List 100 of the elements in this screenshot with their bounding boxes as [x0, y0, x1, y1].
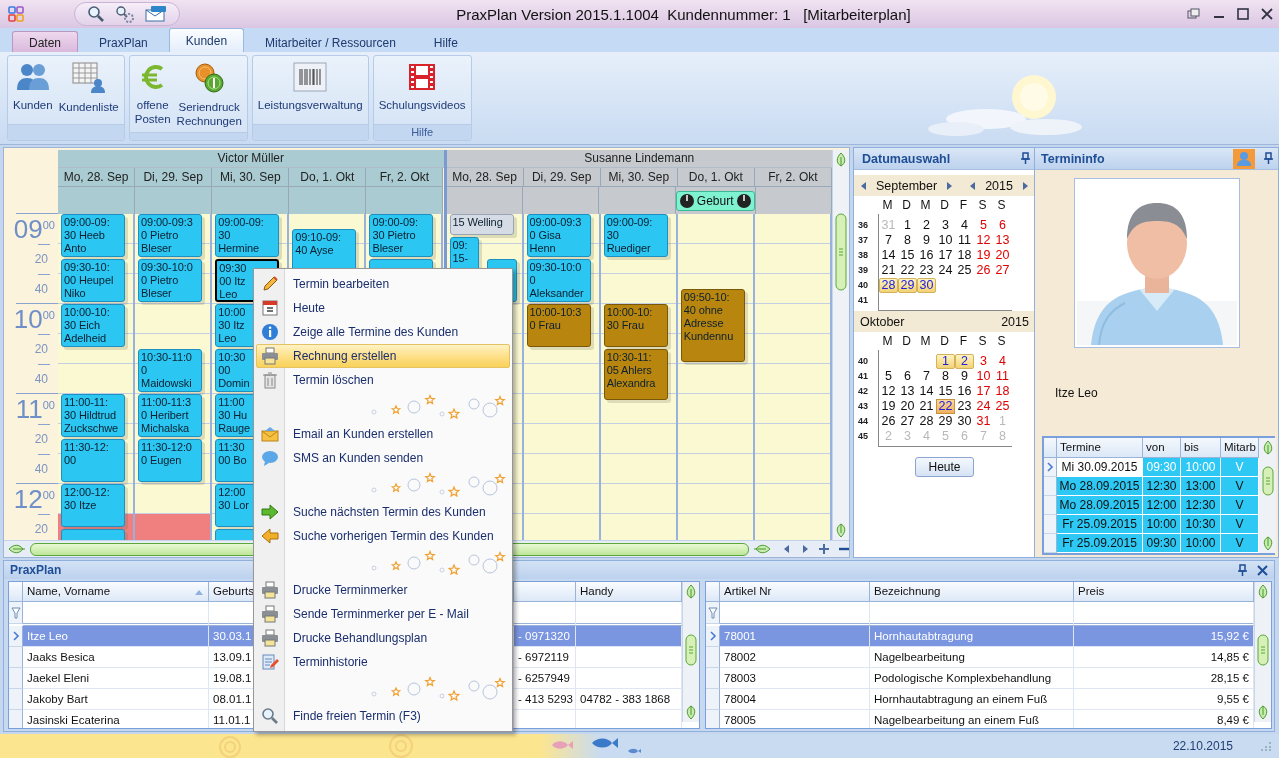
appointment[interactable]: 15 Welling	[449, 214, 514, 235]
calendar-day[interactable]: 25	[955, 263, 974, 278]
calendar-day[interactable]: 8	[898, 233, 917, 248]
appointment[interactable]: 11:30-12:0 0 Eugen	[138, 439, 203, 482]
calendar-day[interactable]: 10	[936, 233, 955, 248]
column-header[interactable]: Name, Vorname	[23, 582, 209, 602]
calendar-day[interactable]: 25	[993, 399, 1012, 414]
calendar-day[interactable]: 14	[917, 384, 936, 399]
scrollbar-thumb[interactable]	[835, 213, 847, 291]
calendar-day[interactable]: 21	[917, 399, 936, 414]
appointment[interactable]: 10:00-10: 30 Frau	[603, 304, 668, 347]
maximize-icon[interactable]	[1237, 8, 1249, 20]
row-header[interactable]	[706, 668, 720, 689]
tab[interactable]: Daten	[12, 31, 79, 52]
calendar-day[interactable]: 23	[955, 399, 974, 414]
calendar-day[interactable]: 13	[993, 233, 1012, 248]
scrollbar-thumb[interactable]	[1261, 466, 1274, 496]
calendar-day[interactable]: 2	[955, 354, 974, 369]
appointment[interactable]: 09:50-10: 40 ohne Adresse Kundennu	[680, 289, 745, 362]
calendar-day[interactable]: 7	[879, 233, 898, 248]
ribbon-button[interactable]: Seriendruck Rechnungen	[173, 58, 245, 132]
calendar-day[interactable]: 22	[936, 399, 955, 414]
restore-icon[interactable]	[1187, 8, 1201, 20]
calendar-day[interactable]: 11	[955, 233, 974, 248]
calendar-day[interactable]: 20	[993, 248, 1012, 263]
day-column[interactable]: 09:00-09:3 0 Gisa Henn 09:30-10:0 0 Aleksander 10:00-10:3 0 Frau	[523, 214, 601, 540]
calendar-day[interactable]: 19	[974, 248, 993, 263]
calendar-day[interactable]: 13	[898, 384, 917, 399]
day-column[interactable]: 09:00-09:3 0 Pietro Bleser 09:30-10:0 0 Pietro Bleser 10:30-11:0 0 Maidowski 11:00-11:3 0 Heribert Michalska 11:30-12:0 0 Eugen	[135, 214, 213, 540]
calendar-day[interactable]: 5	[879, 369, 898, 384]
column-header[interactable]: Handy	[576, 582, 682, 602]
row-header[interactable]	[1044, 458, 1057, 477]
row-header[interactable]	[9, 689, 23, 710]
appointment[interactable]: 09:30-10: 00 Heupel Niko	[61, 259, 126, 302]
row-header[interactable]	[1044, 477, 1057, 496]
calendar-day[interactable]: 26	[879, 414, 898, 429]
scroll-right-icon[interactable]	[753, 543, 771, 555]
scrollbar-thumb[interactable]	[685, 634, 697, 666]
calendar-day[interactable]: 15	[936, 384, 955, 399]
tab[interactable]: Hilfe	[416, 31, 475, 52]
calendar-day[interactable]: 12	[879, 384, 898, 399]
zoom-in-icon[interactable]	[819, 544, 829, 554]
previous-icon[interactable]	[783, 544, 791, 554]
calendar-day[interactable]: 5	[974, 218, 993, 233]
close-icon[interactable]	[1257, 564, 1268, 576]
menu-item[interactable]: Rechnung erstellen	[256, 344, 510, 368]
calendar-day[interactable]: 24	[974, 399, 993, 414]
calendar-day[interactable]: 14	[879, 248, 898, 263]
calendar-day[interactable]: 4	[993, 354, 1012, 369]
tab[interactable]: Mitarbeiter / Ressourcen	[248, 31, 413, 52]
calendar-day[interactable]: 10	[974, 369, 993, 384]
appointment[interactable]: 11:00-11:3 0 Heribert Michalska	[138, 394, 203, 437]
tab[interactable]: Kunden	[168, 28, 245, 52]
resize-grip-icon[interactable]	[1261, 741, 1271, 751]
ribbon-button[interactable]: offene Posten	[131, 58, 174, 130]
filter-icon[interactable]	[10, 606, 21, 619]
appointment[interactable]: 10:30-11:0 0 Maidowski	[138, 349, 203, 392]
row-header[interactable]	[1044, 515, 1057, 534]
calendar-day[interactable]: 24	[936, 263, 955, 278]
appointment[interactable]: 12:00-12: 30 Itze	[61, 484, 126, 527]
row-header[interactable]	[9, 668, 23, 689]
row-header[interactable]	[706, 626, 720, 647]
row-header[interactable]	[9, 710, 23, 728]
appointment[interactable]: 11:00-11: 30 Hildtrud Zuckschwe	[61, 394, 126, 437]
calendar-day[interactable]: 28	[879, 278, 898, 293]
column-header[interactable]: Bezeichnung	[870, 582, 1074, 602]
scroll-left-icon[interactable]	[8, 543, 26, 555]
row-header[interactable]	[706, 689, 720, 710]
menu-item[interactable]: Sende Terminmerker per E - Mail	[256, 602, 510, 626]
calendar-day[interactable]: 20	[898, 399, 917, 414]
calendar-day[interactable]: 18	[993, 384, 1012, 399]
appointment[interactable]: 09:00-09: 30 Pietro Bleser	[369, 214, 434, 257]
row-header[interactable]	[9, 626, 23, 647]
calendar-day[interactable]: 16	[955, 384, 974, 399]
calendar-day[interactable]: 11	[993, 369, 1012, 384]
user-icon[interactable]	[1233, 148, 1255, 169]
calendar-day[interactable]: 17	[936, 248, 955, 263]
close-icon[interactable]	[1261, 8, 1273, 20]
calendar-day[interactable]: 30	[917, 278, 936, 293]
calendar-day[interactable]: 27	[898, 414, 917, 429]
next-month-icon[interactable]	[945, 180, 954, 191]
day-column[interactable]: 09:50-10: 40 ohne Adresse Kundennu	[677, 214, 755, 540]
calendar-day[interactable]: 7	[917, 369, 936, 384]
ribbon-button[interactable]: Kundenliste	[55, 58, 122, 118]
calendar-day[interactable]: 2	[917, 218, 936, 233]
calendar-day[interactable]: 21	[879, 263, 898, 278]
appointment[interactable]: 10:00-10:3 0 Frau	[526, 304, 591, 347]
calendar-day[interactable]: 9	[917, 233, 936, 248]
column-header[interactable]: Termine	[1057, 438, 1143, 458]
appointment[interactable]: 09:30-10:0 0 Pietro Bleser	[138, 259, 203, 302]
tab[interactable]: PraxPlan	[82, 31, 165, 52]
app-menu-icon[interactable]	[8, 6, 24, 22]
column-header[interactable]: Artikel Nr	[720, 582, 870, 602]
calendar-day[interactable]: 6	[898, 369, 917, 384]
column-header[interactable]: von	[1143, 438, 1181, 458]
calendar-day[interactable]: 1	[898, 218, 917, 233]
scroll-down-icon[interactable]	[834, 522, 848, 538]
calendar-day[interactable]: 1	[936, 354, 955, 369]
appointment[interactable]: 09:00-09: 30 Heeb Anto	[61, 214, 126, 257]
pin-icon[interactable]	[1263, 152, 1273, 165]
